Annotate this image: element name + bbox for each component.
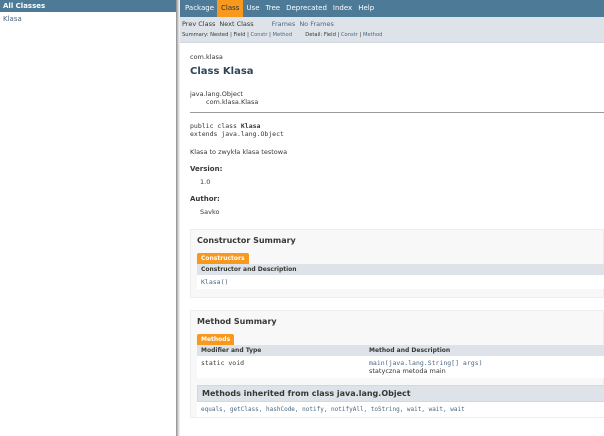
class-name: Klasa <box>240 122 261 130</box>
author-label: Author: <box>190 195 220 203</box>
all-classes-heading: All Classes <box>0 0 176 12</box>
nav-use[interactable]: Use <box>243 0 262 17</box>
constructor-summary: Constructor Summary Constructors Constru… <box>190 229 604 298</box>
version-label: Version: <box>190 165 223 173</box>
page-title: Class Klasa <box>190 66 254 77</box>
no-frames-link[interactable]: No Frames <box>299 19 334 29</box>
frames-link[interactable]: Frames <box>272 19 296 29</box>
nav-tree[interactable]: Tree <box>263 0 284 17</box>
detail-constr-link[interactable]: Constr <box>341 32 358 38</box>
nav-package[interactable]: Package <box>182 0 217 17</box>
class-content: com.klasa Class Klasa java.lang.Object c… <box>180 53 604 418</box>
all-classes-frame: All Classes Klasa <box>0 0 177 436</box>
inheritance-child: com.klasa.Klasa <box>206 98 259 106</box>
summary-constr-link[interactable]: Constr <box>251 32 268 38</box>
class-frame: Package Class Use Tree Deprecated Index … <box>180 0 604 436</box>
modifier-column-header: Modifier and Type <box>197 345 365 356</box>
class-link-klasa[interactable]: Klasa <box>0 12 176 26</box>
class-declaration: public class Klasa extends java.lang.Obj… <box>190 122 604 138</box>
methods-table: Modifier and Type Method and Description… <box>197 345 604 378</box>
detail-label: Detail: <box>305 32 323 38</box>
constructor-summary-title: Constructor Summary <box>197 236 296 245</box>
method-column-header: Method and Description <box>365 345 604 356</box>
package-name: com.klasa <box>190 53 223 61</box>
nav-help[interactable]: Help <box>355 0 377 17</box>
summary-method-link[interactable]: Method <box>273 32 292 38</box>
table-row: Klasa() <box>197 275 604 289</box>
inheritance-parent: java.lang.Object <box>190 90 243 98</box>
next-class-link[interactable]: Next Class <box>219 19 253 29</box>
version-value: 1.0 <box>200 178 211 186</box>
inherited-methods-list[interactable]: equals, getClass, hashCode, notify, noti… <box>197 402 604 417</box>
nav-class: Class <box>217 0 244 17</box>
nav-deprecated[interactable]: Deprecated <box>283 0 330 17</box>
table-row: static void main(java.lang.String[] args… <box>197 356 604 378</box>
methods-caption: Methods <box>197 334 235 345</box>
constructor-column-header: Constructor and Description <box>197 264 604 275</box>
method-modifier: static void <box>197 356 365 378</box>
author-value: Savko <box>200 208 220 216</box>
summary-detail-links: Summary: Nested | Field | Constr | Metho… <box>182 32 383 38</box>
inheritance-tree: java.lang.Object com.klasa.Klasa <box>190 90 604 106</box>
inherited-methods-title: Methods inherited from class java.lang.O… <box>197 385 604 402</box>
summary-field: Field <box>233 32 246 38</box>
detail-field: Field <box>323 32 336 38</box>
method-summary: Method Summary Methods Modifier and Type… <box>190 310 604 418</box>
method-link-main[interactable]: main(java.lang.String[] args) <box>369 359 603 367</box>
nav-index[interactable]: Index <box>330 0 355 17</box>
method-summary-title: Method Summary <box>197 317 277 326</box>
divider-line <box>190 112 604 113</box>
class-description: Klasa to zwykła klasa testowa <box>190 148 288 156</box>
detail-method-link[interactable]: Method <box>363 32 382 38</box>
extends-clause: extends java.lang.Object <box>190 130 284 138</box>
top-navbar: Package Class Use Tree Deprecated Index … <box>180 0 604 17</box>
constructors-caption: Constructors <box>197 253 249 264</box>
constructor-link-klasa[interactable]: Klasa() <box>201 278 228 286</box>
summary-label: Summary: <box>182 32 209 38</box>
sub-navbar: Prev Class Next Class Frames No Frames S… <box>180 17 604 43</box>
method-description: statyczna metoda main <box>369 367 446 375</box>
summary-nested: Nested <box>210 32 229 38</box>
prev-class-link[interactable]: Prev Class <box>182 19 215 29</box>
constructors-table: Constructor and Description Klasa() <box>197 264 604 289</box>
